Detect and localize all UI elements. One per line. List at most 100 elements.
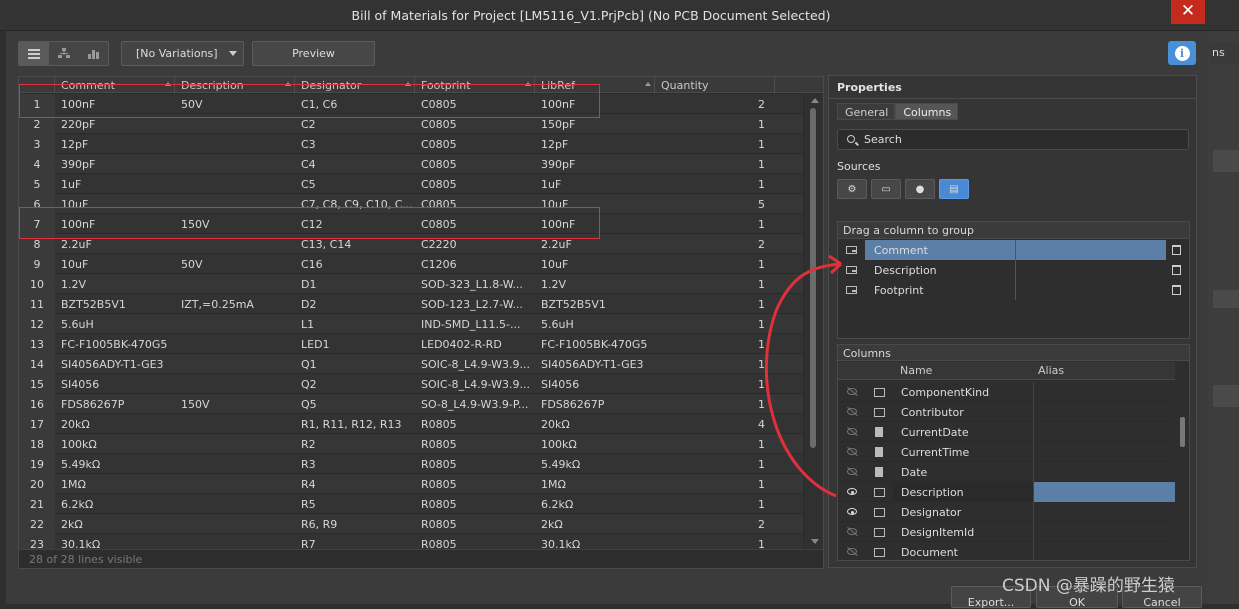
- column-alias[interactable]: [1033, 442, 1175, 462]
- name-column-header[interactable]: Name: [900, 364, 932, 377]
- column-alias[interactable]: [1033, 462, 1175, 482]
- table-row[interactable]: 11 BZT52B5V1 IZT,=0.25mA D2 SOD-123_L2.7-W..…: [19, 294, 803, 314]
- group-row[interactable]: Footprint: [838, 280, 1181, 300]
- column-alias[interactable]: [1033, 382, 1175, 402]
- sort-icon: [285, 82, 291, 86]
- column-alias[interactable]: [1033, 422, 1175, 442]
- header-comment[interactable]: Comment: [55, 77, 175, 93]
- column-alias[interactable]: [1033, 542, 1175, 560]
- table-row[interactable]: 21 6.2kΩ R5 R0805 6.2kΩ 1: [19, 494, 803, 514]
- chevron-down-icon: [229, 51, 237, 56]
- table-row[interactable]: 10 1.2V D1 SOD-323_L1.8-W... 1.2V 1: [19, 274, 803, 294]
- quantity-cell: 1: [758, 218, 765, 231]
- table-row[interactable]: 7 100nF 150V C12 C0805 100nF 1: [19, 214, 803, 234]
- table-row[interactable]: 15 SI4056 Q2 SOIC-8_L4.9-W3.9... SI4056 1: [19, 374, 803, 394]
- libref-cell: 10uF: [541, 198, 569, 211]
- component-source-button[interactable]: ⚙: [837, 179, 867, 199]
- column-row[interactable]: CurrentDate: [838, 422, 1175, 442]
- libref-cell: 5.49kΩ: [541, 458, 581, 471]
- header-libref[interactable]: LibRef: [535, 77, 655, 93]
- eye-hidden-icon[interactable]: [847, 548, 857, 555]
- columns-scrollbar[interactable]: [1177, 381, 1189, 560]
- table-row[interactable]: 20 1MΩ R4 R0805 1MΩ 1: [19, 474, 803, 494]
- row-number: 17: [30, 418, 44, 431]
- table-row[interactable]: 19 5.49kΩ R3 R0805 5.49kΩ 1: [19, 454, 803, 474]
- trash-icon[interactable]: [1172, 245, 1181, 255]
- table-row[interactable]: 2 220pF C2 C0805 150pF 1: [19, 114, 803, 134]
- variations-dropdown[interactable]: [No Variations]: [121, 41, 244, 66]
- group-row[interactable]: Description: [838, 260, 1181, 280]
- table-row[interactable]: 1 100nF 50V C1, C6 C0805 100nF 2: [19, 94, 803, 114]
- header-designator[interactable]: Designator: [295, 77, 415, 93]
- designator-cell: LED1: [301, 338, 330, 351]
- tab-general[interactable]: General: [837, 103, 896, 120]
- column-row[interactable]: Designator: [838, 502, 1175, 522]
- column-row[interactable]: DesignItemId: [838, 522, 1175, 542]
- table-row[interactable]: 5 1uF C5 C0805 1uF 1: [19, 174, 803, 194]
- group-row[interactable]: Comment: [838, 240, 1181, 260]
- database-source-button[interactable]: ●: [905, 179, 935, 199]
- scroll-down-icon[interactable]: [811, 539, 819, 544]
- flat-view-icon[interactable]: [19, 42, 49, 65]
- base-view-icon[interactable]: [49, 42, 79, 65]
- chart-view-icon[interactable]: [78, 42, 108, 65]
- column-alias[interactable]: [1033, 502, 1175, 522]
- table-row[interactable]: 14 SI4056ADY-T1-GE3 Q1 SOIC-8_L4.9-W3.9... S…: [19, 354, 803, 374]
- column-row[interactable]: ComponentKind: [838, 382, 1175, 402]
- scroll-up-icon[interactable]: [811, 98, 819, 103]
- table-row[interactable]: 18 100kΩ R2 R0805 100kΩ 1: [19, 434, 803, 454]
- footprint-cell: R0805: [421, 438, 457, 451]
- search-input[interactable]: Search: [837, 129, 1189, 150]
- eye-hidden-icon[interactable]: [847, 528, 857, 535]
- pcb-source-button[interactable]: ▭: [871, 179, 901, 199]
- trash-icon[interactable]: [1172, 285, 1181, 295]
- document-source-button[interactable]: ▤: [939, 179, 969, 199]
- column-row[interactable]: Date: [838, 462, 1175, 482]
- header-footprint[interactable]: Footprint: [415, 77, 535, 93]
- table-row[interactable]: 3 12pF C3 C0805 12pF 1: [19, 134, 803, 154]
- tab-columns[interactable]: Columns: [895, 103, 959, 120]
- column-row[interactable]: Contributor: [838, 402, 1175, 422]
- table-row[interactable]: 17 20kΩ R1, R11, R12, R13 R0805 20kΩ 4: [19, 414, 803, 434]
- scroll-thumb[interactable]: [810, 108, 816, 448]
- footprint-cell: C0805: [421, 138, 457, 151]
- grid-scrollbar[interactable]: [805, 94, 823, 549]
- row-number: 20: [30, 478, 44, 491]
- eye-icon[interactable]: [847, 488, 857, 495]
- background-window: [1207, 31, 1239, 604]
- eye-hidden-icon[interactable]: [847, 468, 857, 475]
- column-row[interactable]: Document: [838, 542, 1175, 560]
- column-alias[interactable]: [1033, 482, 1175, 502]
- table-row[interactable]: 9 10uF 50V C16 C1206 10uF 1: [19, 254, 803, 274]
- alias-column-header[interactable]: Alias: [1038, 364, 1064, 377]
- table-row[interactable]: 4 390pF C4 C0805 390pF 1: [19, 154, 803, 174]
- column-alias[interactable]: [1033, 522, 1175, 542]
- table-row[interactable]: 8 2.2uF C13, C14 C2220 2.2uF 2: [19, 234, 803, 254]
- table-row[interactable]: 13 FC-F1005BK-470G5 LED1 LED0402-R-RD FC-F10…: [19, 334, 803, 354]
- table-row[interactable]: 22 2kΩ R6, R9 R0805 2kΩ 2: [19, 514, 803, 534]
- table-row[interactable]: 16 FDS86267P 150V Q5 SO-8_L4.9-W3.9-P... FDS8…: [19, 394, 803, 414]
- document-icon: [875, 427, 883, 437]
- quantity-cell: 1: [758, 338, 765, 351]
- eye-hidden-icon[interactable]: [847, 448, 857, 455]
- info-button[interactable]: i: [1168, 41, 1196, 65]
- eye-hidden-icon[interactable]: [847, 408, 857, 415]
- preview-button[interactable]: Preview: [252, 41, 375, 66]
- table-row[interactable]: 12 5.6uH L1 IND-SMD_L11.5-... 5.6uH 1: [19, 314, 803, 334]
- trash-icon[interactable]: [1172, 265, 1181, 275]
- header-quantity[interactable]: Quantity: [655, 77, 775, 93]
- close-button[interactable]: ✕: [1171, 0, 1205, 24]
- column-row[interactable]: CurrentTime: [838, 442, 1175, 462]
- eye-hidden-icon[interactable]: [847, 388, 857, 395]
- quantity-cell: 2: [758, 238, 765, 251]
- libref-cell: 100kΩ: [541, 438, 577, 451]
- comment-cell: 2kΩ: [61, 518, 83, 531]
- column-alias[interactable]: [1033, 402, 1175, 422]
- table-row[interactable]: 6 10uF C7, C8, C9, C10, C... C0805 10uF 5: [19, 194, 803, 214]
- eye-hidden-icon[interactable]: [847, 428, 857, 435]
- header-description[interactable]: Description: [175, 77, 295, 93]
- column-row[interactable]: Description: [838, 482, 1175, 502]
- field-icon: [874, 528, 885, 537]
- scroll-thumb[interactable]: [1180, 417, 1185, 447]
- eye-icon[interactable]: [847, 508, 857, 515]
